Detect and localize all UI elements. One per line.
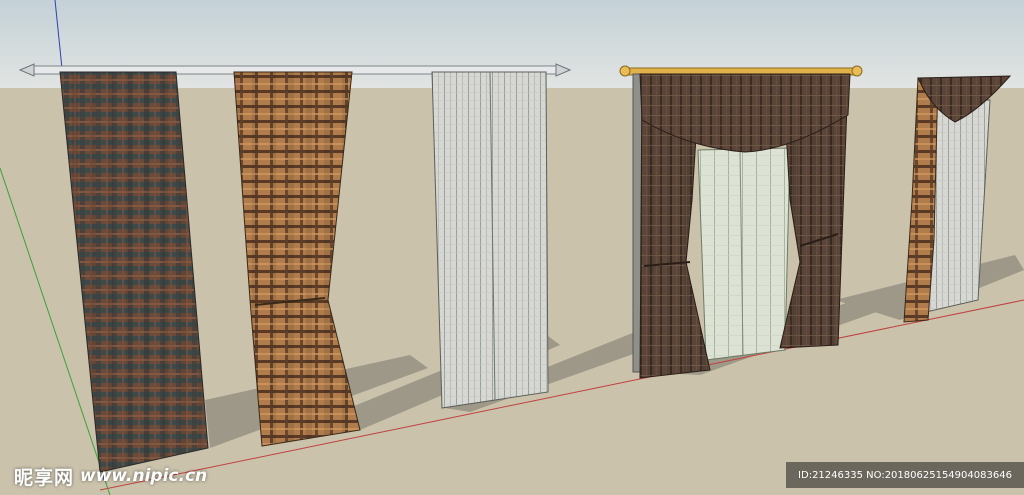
watermark-logo: 昵享网 www.nipic.cn xyxy=(14,462,207,490)
watermark-url: www.nipic.cn xyxy=(80,466,208,486)
sheer-curtain-white[interactable] xyxy=(431,71,549,409)
valance-curtain-brown-with-sheer[interactable] xyxy=(632,73,851,379)
watermark-id: ID:21246335 NO:20180625154904083646 xyxy=(786,462,1024,488)
watermark-brand: 昵享网 xyxy=(14,466,75,489)
sketchup-viewport[interactable] xyxy=(0,0,1024,495)
